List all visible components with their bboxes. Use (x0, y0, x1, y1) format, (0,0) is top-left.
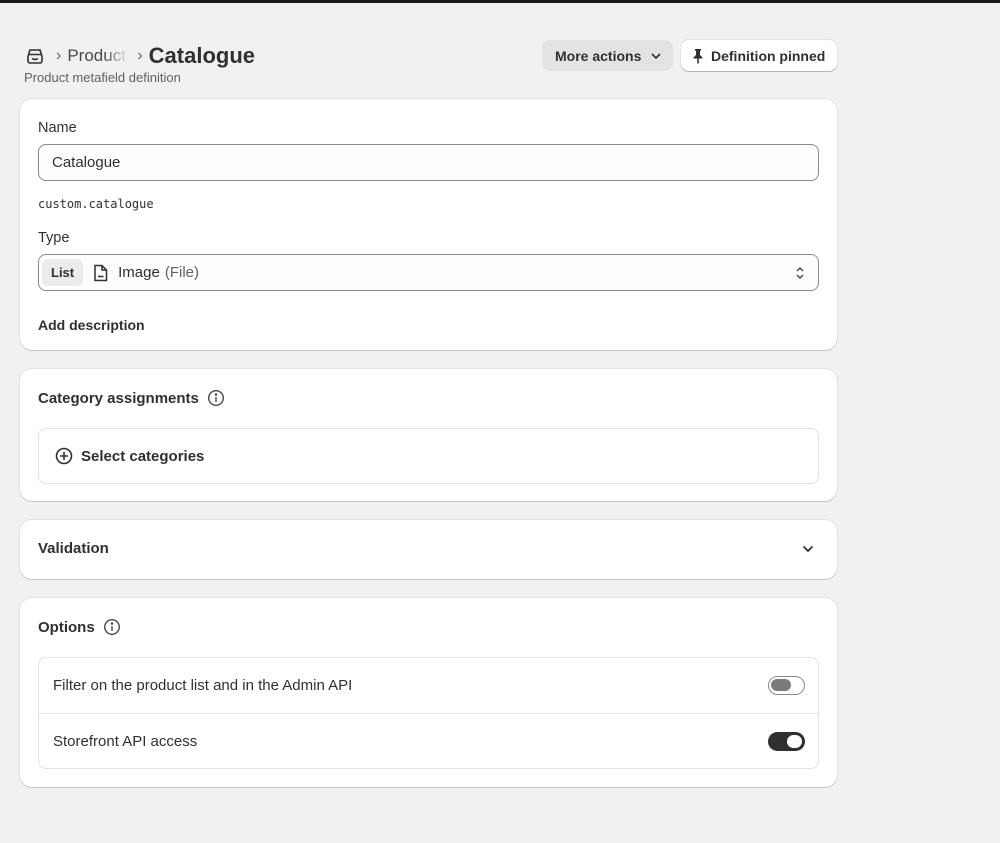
more-actions-button[interactable]: More actions (542, 40, 673, 71)
plus-circle-icon (55, 447, 73, 465)
option-row-filter: Filter on the product list and in the Ad… (39, 658, 818, 713)
type-subtype: (File) (164, 264, 199, 281)
more-actions-label: More actions (555, 47, 642, 64)
toggle-knob (787, 735, 802, 748)
option-storefront-label: Storefront API access (53, 732, 198, 750)
chevron-right-icon: › (137, 47, 143, 64)
breadcrumb: › Product › Catalogue (24, 42, 255, 70)
info-icon[interactable] (207, 389, 225, 407)
category-assignments-card: Category assignments Select categories (20, 369, 837, 501)
options-label: Options (38, 618, 95, 636)
select-categories-label: Select categories (81, 447, 205, 465)
definition-pinned-label: Definition pinned (711, 47, 826, 64)
page-subtitle: Product metafield definition (24, 70, 181, 85)
breadcrumb-product-link[interactable]: Product (67, 46, 129, 66)
type-name: Image (118, 264, 160, 281)
select-categories-button[interactable]: Select categories (39, 429, 818, 483)
store-icon[interactable] (24, 45, 46, 67)
category-assignments-label: Category assignments (38, 389, 199, 407)
name-field-value: Catalogue (52, 154, 121, 171)
page-title: Catalogue (148, 43, 256, 68)
file-icon (93, 264, 108, 282)
options-list: Filter on the product list and in the Ad… (38, 657, 819, 769)
options-title: Options (38, 618, 121, 636)
options-card: Options Filter on the product list and i… (20, 598, 837, 787)
name-label: Name (38, 120, 77, 136)
toggle-knob (771, 679, 791, 691)
add-description-button[interactable]: Add description (38, 317, 145, 333)
info-icon[interactable] (103, 618, 121, 636)
pin-icon (691, 48, 705, 64)
definition-card: Name Catalogue custom.catalogue Type Lis… (20, 99, 837, 350)
select-arrows-icon (794, 265, 806, 281)
chevron-down-icon[interactable] (801, 542, 815, 556)
definition-pinned-button[interactable]: Definition pinned (681, 40, 837, 71)
type-select[interactable]: List Image (File) (38, 254, 819, 291)
select-categories-box: Select categories (38, 428, 819, 484)
option-filter-label: Filter on the product list and in the Ad… (53, 677, 353, 694)
validation-card[interactable]: Validation (20, 520, 837, 579)
validation-title: Validation (38, 540, 109, 557)
category-assignments-title: Category assignments (38, 389, 225, 407)
list-badge: List (42, 259, 84, 286)
name-field[interactable]: Catalogue (38, 144, 819, 181)
option-row-storefront: Storefront API access (39, 713, 818, 768)
top-border (0, 0, 1000, 3)
filter-toggle[interactable] (768, 676, 805, 695)
storefront-api-toggle[interactable] (768, 732, 805, 751)
type-label: Type (38, 230, 70, 246)
chevron-right-icon: › (56, 47, 62, 64)
page-header: › Product › Catalogue Product metafield … (24, 40, 838, 90)
chevron-down-icon (649, 49, 663, 63)
namespace-key: custom.catalogue (38, 197, 154, 211)
